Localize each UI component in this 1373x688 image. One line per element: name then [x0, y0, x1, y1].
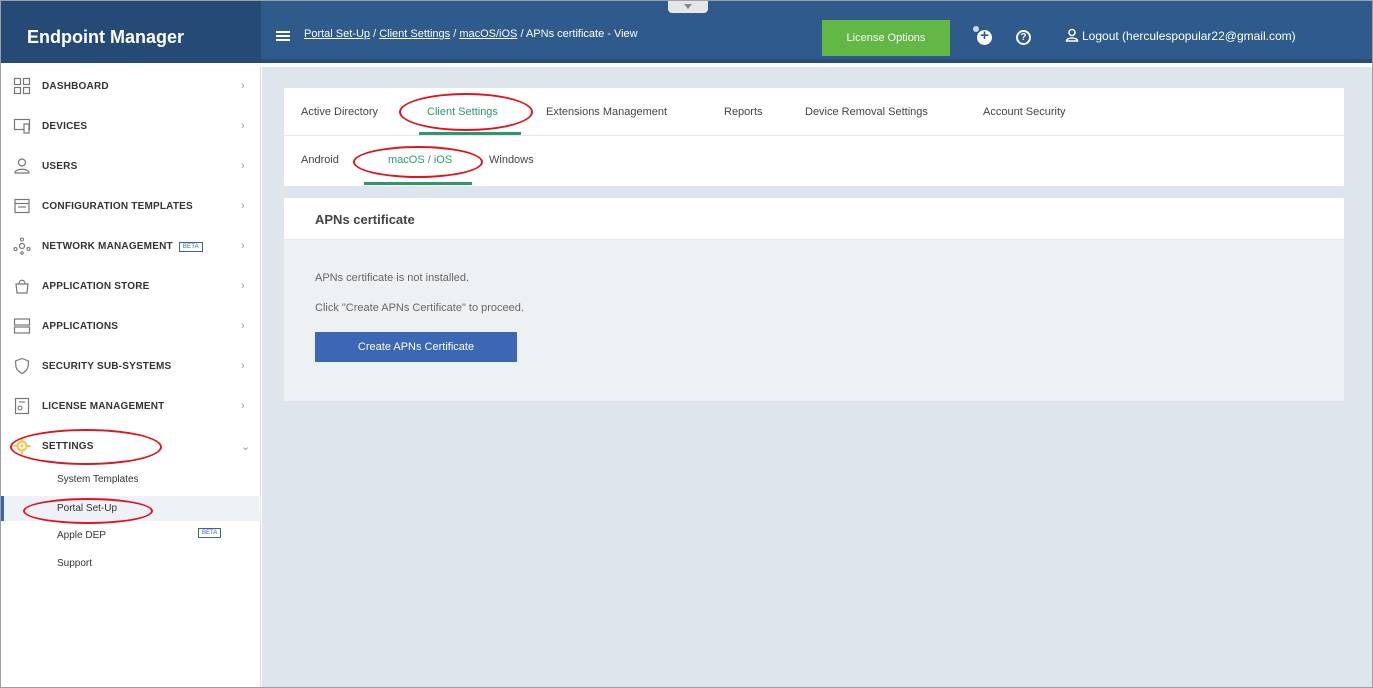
breadcrumb-portal-setup[interactable]: Portal Set-Up [304, 28, 370, 40]
sidebar-item-label: APPLICATION STORE [42, 281, 150, 292]
subtab-active-indicator [364, 182, 472, 185]
chevron-right-icon: › [241, 240, 245, 252]
tab-device-removal-settings[interactable]: Device Removal Settings [805, 106, 928, 118]
logout-label: Logout (herculespopular22@gmail.com) [1082, 29, 1296, 43]
sidebar-item-label: USERS [42, 161, 78, 172]
breadcrumb-separator: / [370, 28, 380, 40]
breadcrumb-separator: / [450, 28, 460, 40]
tab-extensions-management[interactable]: Extensions Management [546, 106, 667, 118]
sidebar-item-label: LICENSE MANAGEMENT [42, 401, 165, 412]
breadcrumb: Portal Set-Up / Client Settings / macOS/… [304, 28, 638, 40]
breadcrumb-client-settings[interactable]: Client Settings [379, 28, 450, 40]
sidebar-subitem-label: System Templates [57, 474, 139, 485]
sidebar-item-label: APPLICATIONS [42, 321, 119, 332]
sidebar-subitem-apple-dep[interactable]: Apple DEP BETA [1, 523, 261, 548]
sidebar-subitem-label: Support [57, 558, 93, 569]
subtab-macos-ios[interactable]: macOS / iOS [388, 154, 452, 166]
sidebar-subitem-support[interactable]: Support [1, 551, 261, 576]
panel-title: APNs certificate [315, 212, 415, 227]
top-bar: Endpoint Manager Portal Set-Up / Client … [1, 1, 1372, 63]
chevron-right-icon: › [241, 80, 245, 92]
user-icon [1065, 28, 1079, 42]
create-apns-certificate-button[interactable]: Create APNs Certificate [315, 332, 517, 362]
tab-active-directory[interactable]: Active Directory [301, 106, 378, 118]
sidebar-subitem-label: Apple DEP [57, 530, 106, 541]
breadcrumb-current: APNs certificate - View [525, 28, 638, 40]
tab-active-indicator [419, 132, 521, 135]
store-icon [15, 279, 29, 294]
devices-icon [13, 118, 31, 134]
sidebar-item-applications[interactable]: APPLICATIONS › [1, 307, 261, 347]
panel-header: APNs certificate [284, 198, 1344, 240]
sidebar: DASHBOARD › DEVICES › USERS › CONFIGURAT… [1, 67, 261, 687]
sidebar-item-license-management[interactable]: LICENSE MANAGEMENT › [1, 387, 261, 427]
sidebar-subitem-label: Portal Set-Up [57, 503, 118, 514]
subtab-windows[interactable]: Windows [489, 154, 534, 166]
sidebar-item-text: NETWORK MANAGEMENT [42, 241, 173, 252]
sidebar-item-security-sub-systems[interactable]: SECURITY SUB-SYSTEMS › [1, 347, 261, 387]
apns-certificate-panel: APNs certificate APNs certificate is not… [284, 198, 1344, 401]
sidebar-item-network-management[interactable]: NETWORK MANAGEMENT BETA › [1, 227, 261, 267]
license-icon [14, 397, 30, 415]
instruction-message: Click "Create APNs Certificate" to proce… [315, 302, 524, 314]
sidebar-item-configuration-templates[interactable]: CONFIGURATION TEMPLATES › [1, 187, 261, 227]
chevron-right-icon: › [241, 280, 245, 292]
tab-reports[interactable]: Reports [724, 106, 763, 118]
breadcrumb-separator: / [517, 28, 526, 40]
breadcrumb-macos-ios[interactable]: macOS/iOS [459, 28, 517, 40]
tab-row: Active Directory Client Settings Extensi… [284, 88, 1344, 136]
main-content: Active Directory Client Settings Extensi… [262, 67, 1372, 687]
chevron-right-icon: › [241, 160, 245, 172]
sidebar-item-label: DASHBOARD [42, 81, 109, 92]
menu-icon[interactable] [276, 31, 290, 41]
beta-badge: BETA [198, 528, 222, 538]
tab-client-settings[interactable]: Client Settings [427, 106, 498, 118]
chevron-right-icon: › [241, 200, 245, 212]
chevron-right-icon: › [241, 360, 245, 372]
app-window: Endpoint Manager Portal Set-Up / Client … [0, 0, 1373, 688]
add-icon[interactable] [973, 26, 992, 45]
help-icon[interactable]: ? [1016, 30, 1031, 45]
sidebar-item-label: CONFIGURATION TEMPLATES [42, 201, 193, 212]
beta-badge: BETA [178, 242, 203, 252]
status-message: APNs certificate is not installed. [315, 272, 470, 284]
sidebar-item-users[interactable]: USERS › [1, 147, 261, 187]
chevron-right-icon: › [241, 400, 245, 412]
tab-account-security[interactable]: Account Security [983, 106, 1066, 118]
templates-icon [14, 198, 30, 214]
sidebar-item-devices[interactable]: DEVICES › [1, 107, 261, 147]
chevron-down-icon: ⌄ [241, 441, 251, 453]
applications-icon [13, 318, 31, 334]
dashboard-icon [13, 77, 31, 95]
license-options-button[interactable]: License Options [822, 20, 950, 56]
collapse-handle[interactable] [668, 1, 708, 13]
chevron-right-icon: › [241, 120, 245, 132]
subtab-row: Android macOS / iOS Windows [284, 137, 1344, 186]
sidebar-item-label: SETTINGS [42, 441, 94, 452]
network-icon [13, 237, 31, 255]
sidebar-item-label: SECURITY SUB-SYSTEMS [42, 361, 172, 372]
shield-icon [14, 357, 30, 375]
sidebar-subitem-system-templates[interactable]: System Templates [1, 467, 261, 492]
sidebar-item-settings[interactable]: SETTINGS ⌄ [1, 427, 261, 467]
users-icon [14, 158, 30, 174]
sidebar-item-application-store[interactable]: APPLICATION STORE › [1, 267, 261, 307]
subtab-android[interactable]: Android [301, 154, 339, 166]
chevron-right-icon: › [241, 320, 245, 332]
sidebar-subitem-portal-setup[interactable]: Portal Set-Up [1, 496, 261, 521]
gear-icon [13, 437, 31, 455]
app-title: Endpoint Manager [1, 1, 261, 63]
sidebar-item-label: DEVICES [42, 121, 88, 132]
sidebar-item-label: NETWORK MANAGEMENT BETA [42, 241, 203, 252]
settings-tabs: Active Directory Client Settings Extensi… [284, 88, 1344, 186]
logout-link[interactable]: Logout (herculespopular22@gmail.com) [1065, 28, 1296, 43]
sidebar-item-dashboard[interactable]: DASHBOARD › [1, 67, 261, 107]
